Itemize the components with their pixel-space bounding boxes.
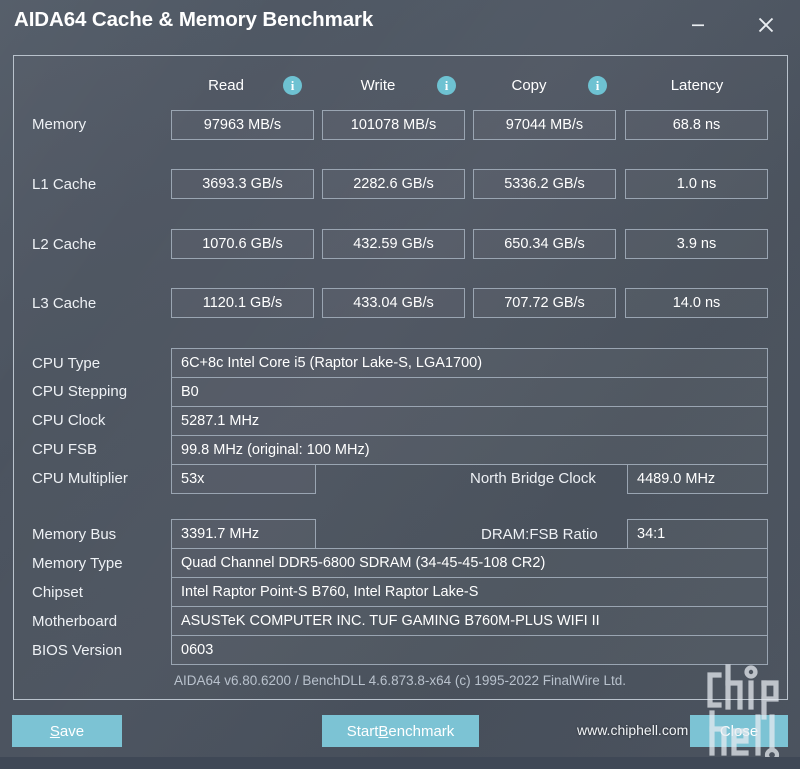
save-button[interactable]: Save <box>12 715 122 747</box>
cpu-stepping-label: CPU Stepping <box>32 383 128 400</box>
row-label-l1-cache: L1 Cache <box>32 176 97 193</box>
memory-type-label: Memory Type <box>32 555 123 572</box>
bios-version-value: 0603 <box>171 635 768 665</box>
window-title: AIDA64 Cache & Memory Benchmark <box>14 8 374 31</box>
row-label-l3-cache: L3 Cache <box>32 295 97 312</box>
chipset-label: Chipset <box>32 584 83 601</box>
window-bottom-edge <box>0 757 800 769</box>
title-bar: AIDA64 Cache & Memory Benchmark <box>0 0 800 52</box>
minimize-icon <box>689 16 707 34</box>
l3-read-value: 1120.1 GB/s <box>171 288 314 318</box>
close-window-button[interactable] <box>746 6 786 44</box>
column-header-write: Write <box>360 77 396 94</box>
cpu-clock-label: CPU Clock <box>32 412 106 429</box>
memory-latency-value: 68.8 ns <box>625 110 768 140</box>
cpu-stepping-value: B0 <box>171 377 768 407</box>
column-header-read: Read <box>208 77 244 94</box>
l1-latency-value: 1.0 ns <box>625 169 768 199</box>
memory-write-value: 101078 MB/s <box>322 110 465 140</box>
version-info-text: AIDA64 v6.80.6200 / BenchDLL 4.6.873.8-x… <box>173 673 627 688</box>
cpu-type-label: CPU Type <box>32 355 101 372</box>
chipset-value: Intel Raptor Point-S B760, Intel Raptor … <box>171 577 768 607</box>
minimize-button[interactable] <box>678 6 718 44</box>
cpu-fsb-value: 99.8 MHz (original: 100 MHz) <box>171 435 768 465</box>
cpu-multiplier-label: CPU Multiplier <box>32 470 128 487</box>
cpu-clock-value: 5287.1 MHz <box>171 406 768 436</box>
close-dialog-button[interactable]: Close <box>690 715 788 747</box>
read-info-icon[interactable]: i <box>283 76 302 95</box>
l3-latency-value: 14.0 ns <box>625 288 768 318</box>
l2-copy-value: 650.34 GB/s <box>473 229 616 259</box>
north-bridge-clock-label: North Bridge Clock <box>470 470 596 487</box>
cpu-fsb-label: CPU FSB <box>32 441 98 458</box>
l2-write-value: 432.59 GB/s <box>322 229 465 259</box>
memory-copy-value: 97044 MB/s <box>473 110 616 140</box>
dram-fsb-ratio-value: 34:1 <box>627 519 768 549</box>
start-benchmark-button[interactable]: Start Benchmark <box>322 715 479 747</box>
write-info-icon[interactable]: i <box>437 76 456 95</box>
start-label-accel: B <box>378 722 389 740</box>
l3-write-value: 433.04 GB/s <box>322 288 465 318</box>
row-label-memory: Memory <box>32 116 87 133</box>
cpu-multiplier-value: 53x <box>171 464 316 494</box>
cpu-type-value: 6C+8c Intel Core i5 (Raptor Lake-S, LGA1… <box>171 348 768 378</box>
memory-read-value: 97963 MB/s <box>171 110 314 140</box>
column-header-latency: Latency <box>670 77 724 94</box>
chiphell-url-watermark: www.chiphell.com <box>577 722 689 738</box>
north-bridge-clock-value: 4489.0 MHz <box>627 464 768 494</box>
memory-bus-value: 3391.7 MHz <box>171 519 316 549</box>
motherboard-label: Motherboard <box>32 613 118 630</box>
save-label-accel: S <box>49 722 60 740</box>
aida64-benchmark-window: AIDA64 Cache & Memory Benchmark Read i W… <box>0 0 800 769</box>
l2-read-value: 1070.6 GB/s <box>171 229 314 259</box>
close-icon <box>755 14 777 36</box>
l1-read-value: 3693.3 GB/s <box>171 169 314 199</box>
dram-fsb-ratio-label: DRAM:FSB Ratio <box>481 526 598 543</box>
l1-write-value: 2282.6 GB/s <box>322 169 465 199</box>
save-label-suffix: ave <box>59 722 85 740</box>
row-label-l2-cache: L2 Cache <box>32 236 97 253</box>
copy-info-icon[interactable]: i <box>588 76 607 95</box>
start-label-suffix: enchmark <box>388 722 455 740</box>
memory-bus-label: Memory Bus <box>32 526 117 543</box>
l2-latency-value: 3.9 ns <box>625 229 768 259</box>
motherboard-value: ASUSTeK COMPUTER INC. TUF GAMING B760M-P… <box>171 606 768 636</box>
column-header-copy: Copy <box>511 77 547 94</box>
bios-version-label: BIOS Version <box>32 642 123 659</box>
l3-copy-value: 707.72 GB/s <box>473 288 616 318</box>
start-label-prefix: Start <box>346 722 379 740</box>
memory-type-value: Quad Channel DDR5-6800 SDRAM (34-45-45-1… <box>171 548 768 578</box>
l1-copy-value: 5336.2 GB/s <box>473 169 616 199</box>
